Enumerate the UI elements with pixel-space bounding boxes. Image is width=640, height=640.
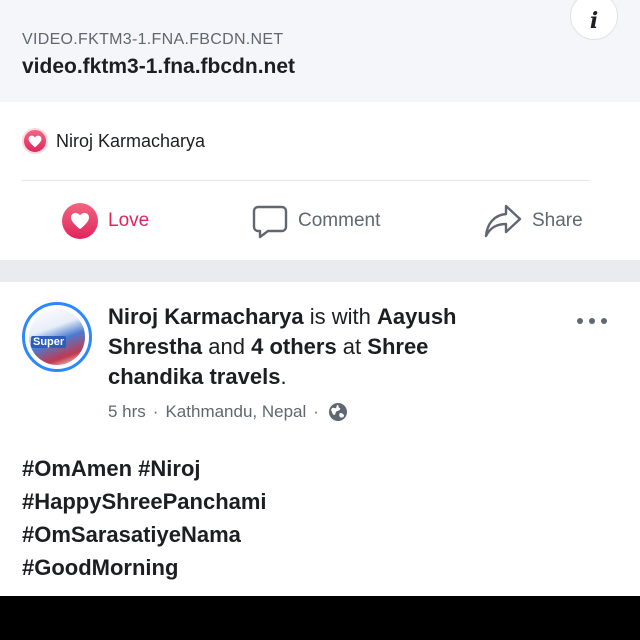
section-separator [0,260,640,282]
hashtag-line[interactable]: #HappyShreePanchami [22,485,622,518]
share-button[interactable]: Share [484,200,583,242]
author-name[interactable]: Niroj Karmacharya [108,304,304,329]
others-link[interactable]: 4 others [251,334,337,359]
with-text: is with [303,304,378,329]
reactor-name: Niroj Karmacharya [56,130,206,151]
avatar-caption: Super [31,336,67,348]
at-text: at [336,334,368,359]
divider [22,180,590,181]
link-preview[interactable]: VIDEO.FKTM3-1.FNA.FBCDN.NET video.fktm3-… [0,0,640,102]
post-time[interactable]: 5 hrs [108,402,146,422]
period: . [280,364,287,389]
share-icon [484,204,522,238]
globe-icon[interactable] [328,402,348,422]
post-header: Niroj Karmacharya is with Aayush Shresth… [108,302,528,392]
link-domain-title[interactable]: video.fktm3-1.fna.fbcdn.net [22,55,295,79]
love-button[interactable]: Love [62,200,149,242]
meta-separator: · [313,402,319,421]
share-label: Share [532,210,583,231]
comment-icon [252,205,288,239]
info-icon: i [589,8,599,34]
link-domain-caption: VIDEO.FKTM3-1.FNA.FBCDN.NET [22,31,284,48]
hashtag-line[interactable]: #OmSarasatiyeNama [22,518,622,551]
bottom-bar [0,596,640,640]
screenshot-page: VIDEO.FKTM3-1.FNA.FBCDN.NET video.fktm3-… [0,0,640,640]
and-text: and [202,334,252,359]
more-options-icon[interactable] [577,316,607,326]
comment-label: Comment [298,210,381,231]
love-icon [62,203,98,239]
hashtag-line[interactable]: #OmAmen #Niroj [22,452,622,485]
love-reaction-icon [22,128,48,154]
reactions-summary[interactable]: Niroj Karmacharya [22,126,205,156]
post-meta: 5 hrs · Kathmandu, Nepal · [108,400,348,424]
meta-separator: · [152,402,159,421]
comment-button[interactable]: Comment [252,200,380,242]
love-label: Love [108,210,150,231]
avatar[interactable]: Super [22,302,92,372]
hashtag-line[interactable]: #GoodMorning [22,551,622,584]
post-location[interactable]: Kathmandu, Nepal [165,402,306,422]
post-body: #OmAmen #Niroj #HappyShreePanchami #OmSa… [22,452,622,584]
